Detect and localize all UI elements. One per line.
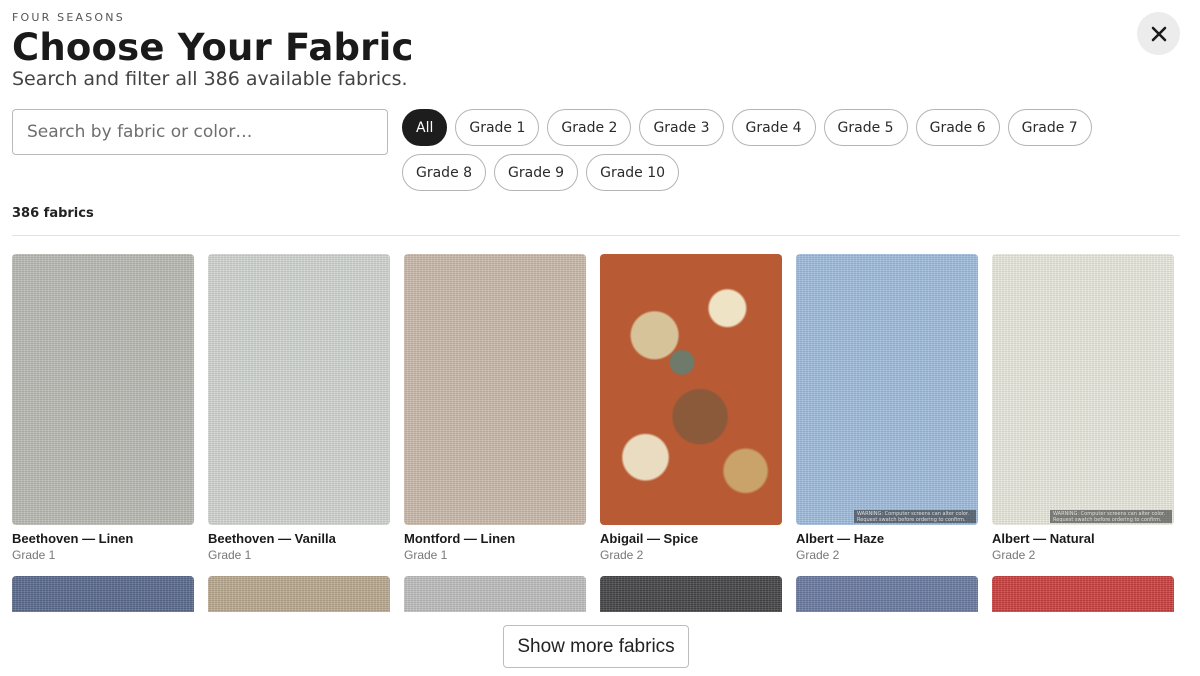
filter-chip-grade-8[interactable]: Grade 8: [402, 154, 487, 191]
filter-chip-grade-3[interactable]: Grade 3: [639, 109, 724, 146]
fabric-grade: Grade 1: [12, 548, 56, 562]
fabric-swatch: [600, 576, 782, 612]
show-more-button[interactable]: Show more fabrics: [503, 625, 689, 668]
fabric-name: Abigail — Spice: [600, 531, 699, 546]
fabric-name: Beethoven — Vanilla: [208, 531, 336, 546]
filter-chip-grade-9[interactable]: Grade 9: [494, 154, 579, 191]
fabric-card[interactable]: [208, 576, 390, 612]
filter-chip-grade-1[interactable]: Grade 1: [455, 109, 540, 146]
fabric-card[interactable]: [992, 576, 1174, 612]
fabric-swatch: [992, 576, 1174, 612]
fabric-card[interactable]: [600, 576, 782, 612]
fabric-grade: Grade 2: [600, 548, 644, 562]
filter-chip-grade-5[interactable]: Grade 5: [823, 109, 908, 146]
filter-chip-grade-10[interactable]: Grade 10: [586, 154, 680, 191]
fabric-name: Montford — Linen: [404, 531, 516, 546]
results-count: 386 fabrics: [12, 206, 94, 221]
fabric-card[interactable]: [12, 576, 194, 612]
fabric-swatch: [796, 576, 978, 612]
fabric-swatch: [600, 254, 782, 525]
fabric-grid: Beethoven — Linen Grade 1 Beethoven — Vani…: [12, 254, 1180, 612]
fabric-card[interactable]: WARNING: Computer screens can alter colo…: [992, 254, 1174, 562]
fabric-card[interactable]: [796, 576, 978, 612]
fabric-name: Beethoven — Linen: [12, 531, 134, 546]
fabric-swatch: WARNING: Computer screens can alter colo…: [796, 254, 978, 525]
fabric-name: Albert — Natural: [992, 531, 1095, 546]
close-icon: [1151, 26, 1166, 41]
fabric-grade: Grade 1: [404, 548, 448, 562]
filter-chip-grade-2[interactable]: Grade 2: [547, 109, 632, 146]
fabric-grade: Grade 2: [992, 548, 1036, 562]
color-warning-label: WARNING: Computer screens can alter colo…: [1050, 510, 1172, 523]
fabric-swatch: WARNING: Computer screens can alter colo…: [992, 254, 1174, 525]
fabric-swatch: [404, 254, 586, 525]
page-title: Choose Your Fabric: [12, 26, 414, 69]
fabric-swatch: [404, 576, 586, 612]
fabric-swatch: [208, 254, 390, 525]
fabric-card[interactable]: Abigail — Spice Grade 2: [600, 254, 782, 562]
fabric-grade: Grade 2: [796, 548, 840, 562]
close-button[interactable]: [1137, 12, 1180, 55]
filter-chip-grade-4[interactable]: Grade 4: [731, 109, 816, 146]
grade-filter-chips: All Grade 1 Grade 2 Grade 3 Grade 4 Grade 5 Gr…: [402, 109, 1122, 191]
fabric-card[interactable]: Beethoven — Linen Grade 1: [12, 254, 194, 562]
fabric-card[interactable]: Montford — Linen Grade 1: [404, 254, 586, 562]
divider: [12, 235, 1180, 236]
search-input[interactable]: [12, 109, 388, 155]
fabric-swatch: [208, 576, 390, 612]
fabric-card[interactable]: [404, 576, 586, 612]
color-warning-label: WARNING: Computer screens can alter colo…: [854, 510, 976, 523]
brand-label: FOUR SEASONS: [12, 11, 125, 24]
fabric-grade: Grade 1: [208, 548, 252, 562]
fabric-swatch: [12, 254, 194, 525]
page-subtitle: Search and filter all 386 available fabr…: [12, 68, 408, 90]
fabric-swatch: [12, 576, 194, 612]
fabric-name: Albert — Haze: [796, 531, 885, 546]
filter-chip-grade-6[interactable]: Grade 6: [915, 109, 1000, 146]
fabric-card[interactable]: Beethoven — Vanilla Grade 1: [208, 254, 390, 562]
filter-chip-grade-7[interactable]: Grade 7: [1007, 109, 1092, 146]
fabric-card[interactable]: WARNING: Computer screens can alter colo…: [796, 254, 978, 562]
filter-chip-all[interactable]: All: [402, 109, 448, 146]
